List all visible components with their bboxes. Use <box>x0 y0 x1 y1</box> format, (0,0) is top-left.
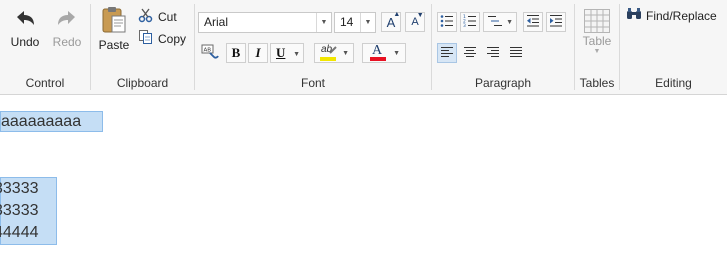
chevron-down-icon[interactable]: ▼ <box>342 50 349 57</box>
chevron-down-icon[interactable]: ▼ <box>316 13 331 32</box>
font-name-value: Arial <box>204 15 229 29</box>
bullet-list-icon <box>440 14 454 31</box>
chevron-down-icon[interactable]: ▼ <box>293 50 300 58</box>
highlight-color-swatch <box>320 57 336 61</box>
document-line-selected[interactable]: aaaaaaaaa <box>0 111 103 132</box>
decrease-indent-button[interactable] <box>523 12 543 32</box>
copy-label: Copy <box>158 31 187 46</box>
clipboard-group-label: Clipboard <box>116 76 169 90</box>
bullet-list-button[interactable] <box>437 12 457 32</box>
numbered-list-button[interactable]: 1 2 3 <box>460 12 480 32</box>
chevron-down-icon[interactable]: ▼ <box>393 50 400 57</box>
paragraph-group-label: Paragraph <box>474 76 532 90</box>
redo-icon <box>55 11 79 33</box>
document-line-text[interactable]: 33333 <box>0 179 39 198</box>
bold-button[interactable]: B <box>226 43 246 63</box>
paste-icon <box>100 7 128 38</box>
redo-label: Redo <box>52 35 82 49</box>
align-justify-button[interactable] <box>506 43 526 63</box>
align-right-button[interactable] <box>483 43 503 63</box>
clear-format-button[interactable]: AB <box>200 43 220 63</box>
paste-label: Paste <box>98 38 130 52</box>
tables-group: Table ▼ Tables <box>575 0 619 94</box>
underline-button[interactable]: U ▼ <box>270 43 304 63</box>
paste-button[interactable]: Paste <box>95 5 133 52</box>
align-justify-icon <box>509 46 523 61</box>
font-color-swatch <box>370 57 386 61</box>
multilevel-list-icon <box>487 14 503 31</box>
font-size-select[interactable]: 14 ▼ <box>334 12 376 33</box>
font-group: Arial ▼ 14 ▼ A ▲ A ▼ AB B I U ▼ ab ▼ A ▼… <box>195 0 431 94</box>
redo-button[interactable]: Redo <box>48 8 86 49</box>
table-label: Table <box>582 34 612 48</box>
align-center-icon <box>463 46 477 61</box>
align-left-button[interactable] <box>437 43 457 63</box>
chevron-down-icon[interactable]: ▼ <box>577 48 617 56</box>
control-group-label: Control <box>25 76 65 90</box>
grow-font-button[interactable]: A ▲ <box>381 10 401 32</box>
highlight-color-button[interactable]: ab ▼ <box>314 43 354 63</box>
decrease-indent-icon <box>526 14 540 31</box>
copy-button[interactable]: Copy <box>138 29 186 48</box>
ribbon-toolbar: Undo Redo Control Paste Cut Copy Clipboa… <box>0 0 727 95</box>
control-group: Undo Redo Control <box>0 0 90 94</box>
multilevel-list-button[interactable]: ▼ <box>483 12 517 32</box>
highlighter-icon: ab <box>320 44 338 61</box>
align-right-icon <box>486 46 500 61</box>
find-replace-label: Find/Replace <box>646 8 717 23</box>
tables-group-label: Tables <box>579 76 615 90</box>
align-left-icon <box>440 46 454 61</box>
cut-label: Cut <box>158 9 177 24</box>
increase-indent-button[interactable] <box>546 12 566 32</box>
grow-font-icon: A ▲ <box>386 10 401 30</box>
bold-glyph: B <box>231 45 241 60</box>
align-center-button[interactable] <box>460 43 480 63</box>
svg-text:AB: AB <box>204 47 212 53</box>
document-line-text[interactable]: 33333 <box>0 201 39 220</box>
document-line-text: aaaaaaaaa <box>1 113 82 130</box>
increase-indent-icon <box>549 14 563 31</box>
shrink-font-icon: A ▼ <box>411 12 424 28</box>
svg-text:3: 3 <box>463 23 466 28</box>
font-size-value: 14 <box>340 15 354 29</box>
chevron-down-icon[interactable]: ▼ <box>360 13 375 32</box>
clipboard-group: Paste Cut Copy Clipboard <box>91 0 194 94</box>
find-replace-button[interactable]: Find/Replace <box>626 7 717 24</box>
numbered-list-icon: 1 2 3 <box>463 14 477 31</box>
paragraph-group: 1 2 3 ▼ Paragraph <box>432 0 574 94</box>
shrink-font-button[interactable]: A ▼ <box>405 12 425 32</box>
insert-table-button[interactable]: Table ▼ <box>577 8 617 56</box>
undo-button[interactable]: Undo <box>6 8 44 49</box>
document-line-text[interactable]: 44444 <box>0 223 39 242</box>
editing-group-label: Editing <box>655 76 692 90</box>
cut-button[interactable]: Cut <box>138 7 177 26</box>
undo-label: Undo <box>10 35 40 49</box>
chevron-down-icon[interactable]: ▼ <box>506 19 513 26</box>
font-name-select[interactable]: Arial ▼ <box>198 12 332 33</box>
clear-format-icon: AB <box>201 43 219 64</box>
undo-icon <box>13 11 37 33</box>
document-editor[interactable]: aaaaaaaaa 33333 33333 44444 <box>0 95 727 261</box>
editing-group: Find/Replace Editing <box>620 0 727 94</box>
scissors-icon <box>138 7 154 26</box>
font-color-button[interactable]: A ▼ <box>362 43 406 63</box>
italic-button[interactable]: I <box>248 43 268 63</box>
font-color-icon: A <box>370 43 386 61</box>
copy-icon <box>138 29 154 48</box>
font-group-label: Font <box>300 76 325 90</box>
binoculars-icon <box>626 7 642 24</box>
italic-glyph: I <box>255 45 261 60</box>
underline-glyph: U <box>276 45 286 60</box>
